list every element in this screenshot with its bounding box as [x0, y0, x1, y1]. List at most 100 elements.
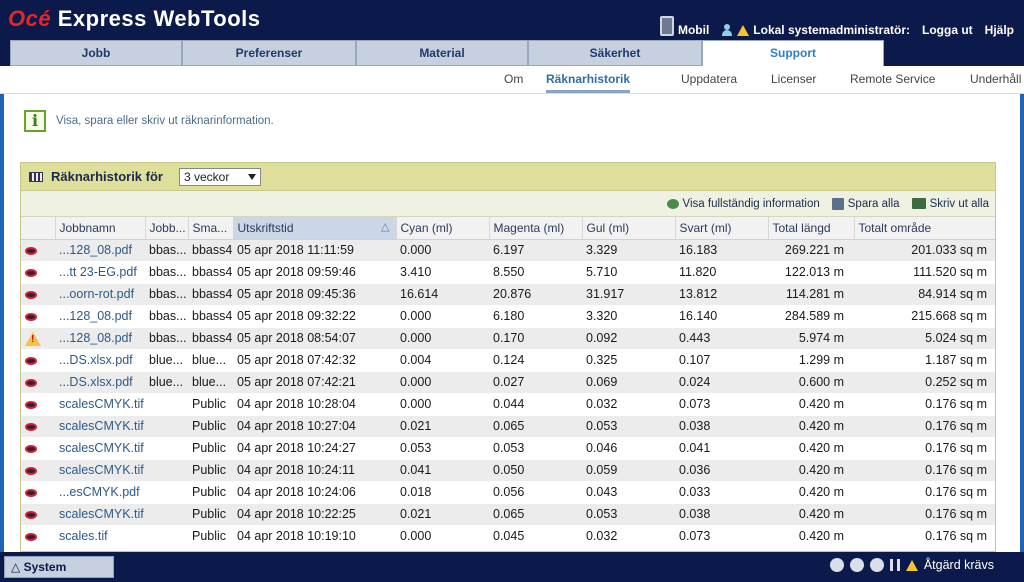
tab-support[interactable]: Support	[702, 40, 884, 66]
mobile-link[interactable]: Mobil	[659, 16, 710, 40]
subtab-raknarhistorik[interactable]: Räknarhistorik	[546, 72, 631, 93]
table-row[interactable]: ...128_08.pdfbbas...bbass405 apr 2018 08…	[21, 327, 995, 350]
cell-name[interactable]: scalesCMYK.tif	[55, 437, 145, 460]
info-text: Visa, spara eller skriv ut räknarinforma…	[56, 115, 274, 127]
table-row[interactable]: scalesCMYK.tif Public 04 apr 2018 10:27:04…	[21, 415, 995, 438]
cell-name[interactable]: scales.tif	[55, 525, 145, 548]
table-row[interactable]: ...DS.xlsx.pdf blue... blue... 05 apr 2018 …	[21, 349, 995, 372]
cell-name[interactable]: ...DS.xlsx.pdf	[55, 371, 145, 394]
pause-icon[interactable]	[889, 559, 900, 571]
table-row[interactable]: scalesCMYK.tif Public 04 apr 2018 10:28:04…	[21, 393, 995, 416]
table-row[interactable]: scalesCMYK.tif Public 04 apr 2018 10:22:25…	[21, 503, 995, 526]
save-all-button[interactable]: Spara alla	[831, 197, 900, 210]
chevron-down-icon	[247, 173, 256, 180]
table-row[interactable]: scales.tif Public 04 apr 2018 10:19:10 0.00…	[21, 525, 995, 548]
table-row[interactable]: ...esCMYK.pdf Public 04 apr 2018 10:24:06 0…	[21, 481, 995, 504]
row-status-cell	[21, 393, 55, 416]
clock-icon[interactable]	[849, 558, 864, 572]
cell-time: 05 apr 2018 09:32:22	[233, 305, 396, 328]
cell-time: 05 apr 2018 09:45:36	[233, 283, 396, 306]
cell-length: 1.299 m	[768, 349, 854, 372]
subtab-licenser[interactable]: Licenser	[771, 72, 816, 86]
tab-sakerhet[interactable]: Säkerhet	[528, 40, 702, 66]
tab-preferenser[interactable]: Preferenser	[182, 40, 356, 66]
col-svart[interactable]: Svart (ml)	[675, 217, 769, 240]
col-cyan[interactable]: Cyan (ml)	[396, 217, 490, 240]
cell-name[interactable]: ...tt 23-EG.pdf	[55, 261, 145, 284]
cell-name[interactable]: scalesCMYK.tif	[55, 459, 145, 482]
action-required-label[interactable]: Åtgärd krävs	[924, 558, 994, 572]
cell-name[interactable]: scalesCMYK.tif	[55, 415, 145, 438]
col-gul[interactable]: Gul (ml)	[582, 217, 676, 240]
scanner-icon[interactable]	[869, 558, 884, 572]
col-jobbagare[interactable]: Jobb...	[145, 217, 189, 240]
cell-name[interactable]: ...128_08.pdf	[55, 305, 145, 328]
cell-owner	[145, 459, 188, 482]
system-tab[interactable]: △ System	[4, 556, 114, 578]
table-row[interactable]: ...128_08.pdf bbas... bbass4 05 apr 2018 09…	[21, 305, 995, 328]
tab-material[interactable]: Material	[356, 40, 528, 66]
cell-area: 84.914 sq m	[854, 283, 995, 306]
cell-cyan: 0.000	[396, 305, 489, 328]
sort-ascending-icon: △	[381, 221, 390, 233]
cell-name[interactable]: scalesCMYK.tif	[55, 393, 145, 416]
period-value: 3 veckor	[183, 169, 230, 184]
table-row[interactable]: ...128_08.pdf bbas... bbass4 05 apr 2018 11…	[21, 239, 995, 262]
col-total-langd[interactable]: Total längd	[768, 217, 855, 240]
subtab-remote-service[interactable]: Remote Service	[850, 72, 935, 86]
subtab-underhall[interactable]: Underhåll	[970, 72, 1021, 86]
row-status-cell	[21, 525, 55, 548]
table-row[interactable]: ...tt 23-EG.pdf bbas... bbass4 05 apr 2018 …	[21, 261, 995, 284]
cell-yellow: 0.046	[582, 437, 675, 460]
cell-yellow: 0.059	[582, 459, 675, 482]
table-row[interactable]: scalesCMYK.tif Public 04 apr 2018 10:24:27…	[21, 437, 995, 460]
show-full-info-button[interactable]: Visa fullständig information	[666, 198, 820, 210]
cell-area: 5.024 sq m	[854, 327, 995, 350]
tab-jobb[interactable]: Jobb	[10, 40, 182, 66]
job-status-icon	[25, 533, 37, 541]
subtab-uppdatera[interactable]: Uppdatera	[681, 72, 737, 86]
cell-owner: bbas...	[145, 327, 188, 350]
cell-name[interactable]: ...128_08.pdf	[55, 327, 145, 350]
cell-black: 0.038	[675, 415, 768, 438]
cell-cyan: 0.000	[396, 393, 489, 416]
period-select[interactable]: 3 veckor	[178, 167, 261, 186]
mobile-label: Mobil	[677, 23, 710, 37]
row-status-cell	[21, 349, 55, 372]
counter-history-panel: Räknarhistorik för 3 veckor Visa fullstä…	[20, 162, 996, 552]
cell-yellow: 0.032	[582, 525, 675, 548]
col-jobbnamn[interactable]: Jobbnamn	[55, 217, 146, 240]
cell-name[interactable]: ...esCMYK.pdf	[55, 481, 145, 504]
cell-black: 0.036	[675, 459, 768, 482]
cell-name[interactable]: ...DS.xlsx.pdf	[55, 349, 145, 372]
col-totalt-omrade[interactable]: Totalt område	[854, 217, 995, 240]
cell-name[interactable]: ...oorn-rot.pdf	[55, 283, 145, 306]
cell-cyan: 0.021	[396, 503, 489, 526]
printer-icon[interactable]	[829, 558, 844, 572]
cell-length: 122.013 m	[768, 261, 854, 284]
cell-name[interactable]: ...128_08.pdf	[55, 239, 145, 262]
col-smart[interactable]: Sma...	[188, 217, 234, 240]
cell-name[interactable]: scalesCMYK.tif	[55, 503, 145, 526]
cell-cyan: 0.021	[396, 415, 489, 438]
help-link[interactable]: Hjälp	[985, 23, 1014, 37]
cell-yellow: 0.053	[582, 503, 675, 526]
cell-yellow: 0.325	[582, 349, 675, 372]
print-all-button[interactable]: Skriv ut alla	[911, 198, 989, 210]
table-row[interactable]: ...oorn-rot.pdf bbas... bbass4 05 apr 2018 …	[21, 283, 995, 306]
cell-cyan: 0.004	[396, 349, 489, 372]
table-row[interactable]: ...DS.xlsx.pdf blue... blue... 05 apr 2018 …	[21, 371, 995, 394]
cell-owner: bbas...	[145, 283, 188, 306]
cell-length: 114.281 m	[768, 283, 854, 306]
table-row[interactable]: scalesCMYK.tif Public 04 apr 2018 10:24:11…	[21, 459, 995, 482]
cell-black: 0.038	[675, 503, 768, 526]
col-utskriftstid[interactable]: Utskriftstid △	[233, 217, 397, 240]
row-status-cell	[21, 481, 55, 504]
cell-time: 04 apr 2018 10:27:04	[233, 415, 396, 438]
job-status-icon	[25, 269, 37, 277]
col-magenta[interactable]: Magenta (ml)	[489, 217, 583, 240]
cell-area: 0.176 sq m	[854, 525, 995, 548]
logout-link[interactable]: Logga ut	[922, 23, 973, 37]
subtab-om[interactable]: Om	[504, 72, 523, 86]
cell-area: 111.520 sq m	[854, 261, 995, 284]
